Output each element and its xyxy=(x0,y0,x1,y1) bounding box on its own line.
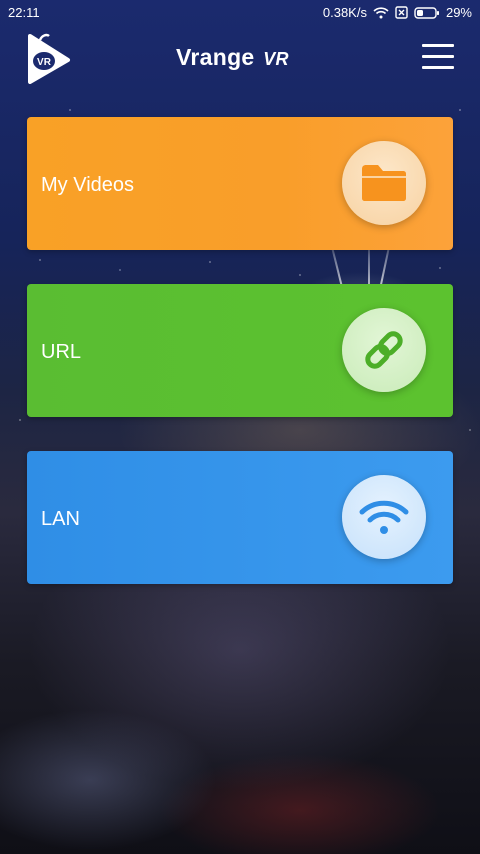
url-button[interactable]: URL xyxy=(27,284,453,417)
lan-label: LAN xyxy=(41,508,80,530)
network-speed: 0.38K/s xyxy=(322,5,367,20)
battery-percent: 29% xyxy=(445,5,472,20)
lan-button[interactable]: LAN xyxy=(27,451,453,584)
status-bar: 22:11 0.38K/s 29% xyxy=(0,0,480,26)
app-title-suffix: VR xyxy=(263,49,289,69)
battery-icon xyxy=(414,6,440,19)
url-label: URL xyxy=(41,341,82,363)
status-time: 22:11 xyxy=(8,5,40,20)
status-right-group: 0.38K/s 29% xyxy=(323,5,472,20)
sim-icon xyxy=(395,6,408,19)
wifi-icon xyxy=(342,475,426,559)
logo-text: VR xyxy=(37,57,52,68)
my-videos-label: My Videos xyxy=(41,174,135,196)
my-videos-button[interactable]: My Videos xyxy=(27,117,453,250)
app-header: VR Vrange VR xyxy=(0,30,480,90)
folder-icon xyxy=(342,141,426,225)
link-icon xyxy=(342,308,426,392)
wifi-icon xyxy=(373,6,389,19)
app-logo-icon[interactable]: VR xyxy=(24,32,72,84)
app-title: Vrange VR xyxy=(176,44,289,71)
app-title-text: Vrange xyxy=(176,44,255,70)
hamburger-menu-icon[interactable] xyxy=(422,44,454,72)
